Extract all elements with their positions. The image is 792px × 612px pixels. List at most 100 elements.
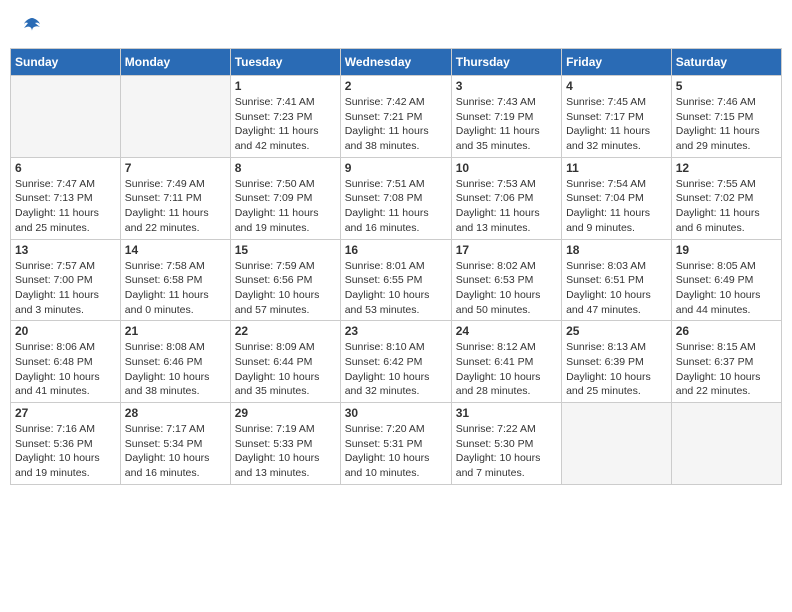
- calendar-cell: [11, 76, 121, 158]
- calendar-cell: 29 Sunrise: 7:19 AMSunset: 5:33 PMDayligh…: [230, 403, 340, 485]
- calendar-cell: 31 Sunrise: 7:22 AMSunset: 5:30 PMDayligh…: [451, 403, 561, 485]
- calendar-cell: 12 Sunrise: 7:55 AMSunset: 7:02 PMDayligh…: [671, 157, 781, 239]
- calendar-cell: [671, 403, 781, 485]
- calendar-cell: 26Sunrise: 8:15 AMSunset: 6:37 PMDayligh…: [671, 321, 781, 403]
- calendar-week-4: 20 Sunrise: 8:06 AMSunset: 6:48 PMDayligh…: [11, 321, 782, 403]
- day-info: Sunrise: 7:46 AMSunset: 7:15 PMDaylight:…: [676, 95, 777, 154]
- calendar-week-3: 13 Sunrise: 7:57 AMSunset: 7:00 PMDayligh…: [11, 239, 782, 321]
- day-info: Sunrise: 7:16 AMSunset: 5:36 PMDaylight:…: [15, 422, 116, 481]
- day-number: 16: [345, 243, 447, 257]
- day-info: Sunrise: 7:45 AMSunset: 7:17 PMDaylight:…: [566, 95, 667, 154]
- day-info: Sunrise: 7:22 AMSunset: 5:30 PMDaylight:…: [456, 422, 557, 481]
- weekday-saturday: Saturday: [671, 49, 781, 76]
- calendar-cell: 28 Sunrise: 7:17 AMSunset: 5:34 PMDayligh…: [120, 403, 230, 485]
- calendar-cell: 16 Sunrise: 8:01 AMSunset: 6:55 PMDayligh…: [340, 239, 451, 321]
- page-header: [10, 10, 782, 40]
- calendar-cell: 1Sunrise: 7:41 AMSunset: 7:23 PMDaylight…: [230, 76, 340, 158]
- calendar-cell: 6 Sunrise: 7:47 AMSunset: 7:13 PMDaylight…: [11, 157, 121, 239]
- day-info: Sunrise: 7:41 AMSunset: 7:23 PMDaylight:…: [235, 95, 336, 154]
- day-info: Sunrise: 8:10 AMSunset: 6:42 PMDaylight:…: [345, 340, 447, 399]
- calendar-cell: 19 Sunrise: 8:05 AMSunset: 6:49 PMDayligh…: [671, 239, 781, 321]
- day-number: 9: [345, 161, 447, 175]
- calendar-cell: 3Sunrise: 7:43 AMSunset: 7:19 PMDaylight…: [451, 76, 561, 158]
- calendar-cell: 4 Sunrise: 7:45 AMSunset: 7:17 PMDaylight…: [562, 76, 672, 158]
- calendar-cell: 5 Sunrise: 7:46 AMSunset: 7:15 PMDaylight…: [671, 76, 781, 158]
- day-number: 19: [676, 243, 777, 257]
- day-number: 25: [566, 324, 667, 338]
- day-number: 12: [676, 161, 777, 175]
- day-number: 28: [125, 406, 226, 420]
- day-info: Sunrise: 7:51 AMSunset: 7:08 PMDaylight:…: [345, 177, 447, 236]
- calendar-cell: 9 Sunrise: 7:51 AMSunset: 7:08 PMDaylight…: [340, 157, 451, 239]
- day-info: Sunrise: 7:57 AMSunset: 7:00 PMDaylight:…: [15, 259, 116, 318]
- weekday-wednesday: Wednesday: [340, 49, 451, 76]
- weekday-monday: Monday: [120, 49, 230, 76]
- day-number: 26: [676, 324, 777, 338]
- calendar-body: 1Sunrise: 7:41 AMSunset: 7:23 PMDaylight…: [11, 76, 782, 485]
- weekday-friday: Friday: [562, 49, 672, 76]
- calendar-week-1: 1Sunrise: 7:41 AMSunset: 7:23 PMDaylight…: [11, 76, 782, 158]
- day-info: Sunrise: 7:19 AMSunset: 5:33 PMDaylight:…: [235, 422, 336, 481]
- calendar-cell: 22Sunrise: 8:09 AMSunset: 6:44 PMDayligh…: [230, 321, 340, 403]
- day-number: 17: [456, 243, 557, 257]
- calendar-cell: 30Sunrise: 7:20 AMSunset: 5:31 PMDayligh…: [340, 403, 451, 485]
- day-number: 6: [15, 161, 116, 175]
- weekday-tuesday: Tuesday: [230, 49, 340, 76]
- logo: [20, 15, 42, 35]
- day-number: 20: [15, 324, 116, 338]
- calendar-table: SundayMondayTuesdayWednesdayThursdayFrid…: [10, 48, 782, 485]
- calendar-cell: 2 Sunrise: 7:42 AMSunset: 7:21 PMDaylight…: [340, 76, 451, 158]
- calendar-cell: 7Sunrise: 7:49 AMSunset: 7:11 PMDaylight…: [120, 157, 230, 239]
- day-number: 14: [125, 243, 226, 257]
- day-info: Sunrise: 7:17 AMSunset: 5:34 PMDaylight:…: [125, 422, 226, 481]
- day-info: Sunrise: 8:03 AMSunset: 6:51 PMDaylight:…: [566, 259, 667, 318]
- day-info: Sunrise: 7:47 AMSunset: 7:13 PMDaylight:…: [15, 177, 116, 236]
- calendar-cell: [120, 76, 230, 158]
- day-number: 11: [566, 161, 667, 175]
- day-info: Sunrise: 7:54 AMSunset: 7:04 PMDaylight:…: [566, 177, 667, 236]
- calendar-cell: 17 Sunrise: 8:02 AMSunset: 6:53 PMDayligh…: [451, 239, 561, 321]
- calendar-cell: 18 Sunrise: 8:03 AMSunset: 6:51 PMDayligh…: [562, 239, 672, 321]
- calendar-week-5: 27Sunrise: 7:16 AMSunset: 5:36 PMDayligh…: [11, 403, 782, 485]
- calendar-cell: 25 Sunrise: 8:13 AMSunset: 6:39 PMDayligh…: [562, 321, 672, 403]
- day-info: Sunrise: 8:12 AMSunset: 6:41 PMDaylight:…: [456, 340, 557, 399]
- day-number: 31: [456, 406, 557, 420]
- day-number: 4: [566, 79, 667, 93]
- day-number: 13: [15, 243, 116, 257]
- calendar-cell: 15Sunrise: 7:59 AMSunset: 6:56 PMDayligh…: [230, 239, 340, 321]
- calendar-cell: 14Sunrise: 7:58 AMSunset: 6:58 PMDayligh…: [120, 239, 230, 321]
- calendar-cell: 23 Sunrise: 8:10 AMSunset: 6:42 PMDayligh…: [340, 321, 451, 403]
- calendar-cell: 21 Sunrise: 8:08 AMSunset: 6:46 PMDayligh…: [120, 321, 230, 403]
- calendar-cell: 13 Sunrise: 7:57 AMSunset: 7:00 PMDayligh…: [11, 239, 121, 321]
- day-number: 8: [235, 161, 336, 175]
- day-number: 21: [125, 324, 226, 338]
- calendar-cell: 27Sunrise: 7:16 AMSunset: 5:36 PMDayligh…: [11, 403, 121, 485]
- day-info: Sunrise: 8:06 AMSunset: 6:48 PMDaylight:…: [15, 340, 116, 399]
- day-number: 5: [676, 79, 777, 93]
- calendar-cell: 20 Sunrise: 8:06 AMSunset: 6:48 PMDayligh…: [11, 321, 121, 403]
- day-info: Sunrise: 8:13 AMSunset: 6:39 PMDaylight:…: [566, 340, 667, 399]
- day-info: Sunrise: 7:50 AMSunset: 7:09 PMDaylight:…: [235, 177, 336, 236]
- day-info: Sunrise: 8:01 AMSunset: 6:55 PMDaylight:…: [345, 259, 447, 318]
- day-info: Sunrise: 8:02 AMSunset: 6:53 PMDaylight:…: [456, 259, 557, 318]
- day-number: 23: [345, 324, 447, 338]
- calendar-cell: 11 Sunrise: 7:54 AMSunset: 7:04 PMDayligh…: [562, 157, 672, 239]
- day-number: 3: [456, 79, 557, 93]
- weekday-sunday: Sunday: [11, 49, 121, 76]
- day-info: Sunrise: 8:05 AMSunset: 6:49 PMDaylight:…: [676, 259, 777, 318]
- day-number: 10: [456, 161, 557, 175]
- day-number: 18: [566, 243, 667, 257]
- day-info: Sunrise: 7:53 AMSunset: 7:06 PMDaylight:…: [456, 177, 557, 236]
- day-number: 29: [235, 406, 336, 420]
- day-info: Sunrise: 8:08 AMSunset: 6:46 PMDaylight:…: [125, 340, 226, 399]
- day-number: 7: [125, 161, 226, 175]
- weekday-header-row: SundayMondayTuesdayWednesdayThursdayFrid…: [11, 49, 782, 76]
- day-info: Sunrise: 7:20 AMSunset: 5:31 PMDaylight:…: [345, 422, 447, 481]
- day-info: Sunrise: 7:42 AMSunset: 7:21 PMDaylight:…: [345, 95, 447, 154]
- day-info: Sunrise: 7:59 AMSunset: 6:56 PMDaylight:…: [235, 259, 336, 318]
- calendar-cell: 8 Sunrise: 7:50 AMSunset: 7:09 PMDaylight…: [230, 157, 340, 239]
- day-info: Sunrise: 7:55 AMSunset: 7:02 PMDaylight:…: [676, 177, 777, 236]
- day-number: 2: [345, 79, 447, 93]
- day-number: 24: [456, 324, 557, 338]
- calendar-cell: 10 Sunrise: 7:53 AMSunset: 7:06 PMDayligh…: [451, 157, 561, 239]
